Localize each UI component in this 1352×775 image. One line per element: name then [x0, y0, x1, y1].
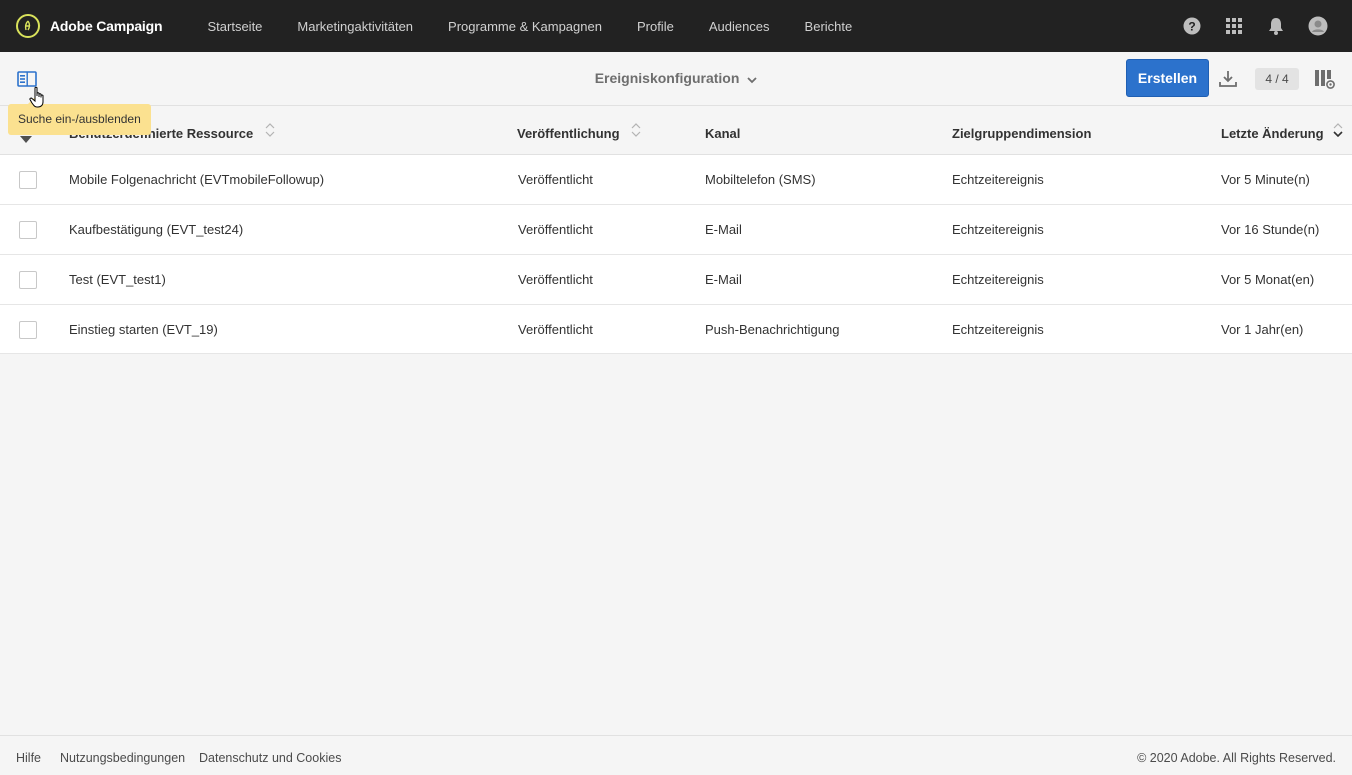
cell-channel: Push-Benachrichtigung [705, 322, 840, 337]
top-navigation-bar: Adobe Campaign Startseite Marketingaktiv… [0, 0, 1352, 52]
sort-descending-icon [1333, 106, 1343, 160]
column-header-last-modified[interactable]: Letzte Änderung [1221, 107, 1343, 155]
column-header-channel[interactable]: Kanal [705, 107, 740, 155]
toolbar: Ereigniskonfiguration Erstellen 4 / 4 [0, 52, 1352, 106]
cell-resource[interactable]: Einstieg starten (EVT_19) [69, 305, 218, 354]
main-nav: Startseite Marketingaktivitäten Programm… [190, 0, 870, 52]
bell-icon[interactable] [1266, 16, 1286, 36]
table-row[interactable]: Einstieg starten (EVT_19) Veröffentlicht… [0, 305, 1352, 354]
hand-cursor-icon [29, 86, 49, 110]
cell-last-modified: Vor 5 Monat(en) [1221, 272, 1315, 287]
sort-icon [631, 106, 641, 160]
copyright: © 2020 Adobe. All Rights Reserved. [1137, 751, 1336, 765]
nav-item-profile[interactable]: Profile [619, 19, 691, 34]
top-icons: ? [1160, 0, 1328, 52]
cell-resource[interactable]: Mobile Folgenachricht (EVTmobileFollowup… [69, 155, 324, 204]
cell-last-modified: Vor 1 Jahr(en) [1221, 322, 1304, 337]
cell-dimension: Echtzeitereignis [952, 272, 1044, 287]
row-checkbox[interactable] [19, 321, 37, 339]
cell-dimension: Echtzeitereignis [952, 322, 1044, 337]
cell-channel: E-Mail [705, 272, 742, 287]
download-icon[interactable] [1218, 69, 1238, 89]
cell-dimension: Echtzeitereignis [952, 172, 1044, 187]
footer-link-help[interactable]: Hilfe [16, 751, 41, 765]
footer-link-privacy[interactable]: Datenschutz und Cookies [199, 751, 341, 765]
svg-text:?: ? [1188, 20, 1195, 34]
column-header-publication[interactable]: Veröffentlichung [517, 107, 641, 155]
brand-name: Adobe Campaign [50, 18, 163, 34]
nav-item-marketingaktivitaeten[interactable]: Marketingaktivitäten [280, 19, 431, 34]
row-checkbox[interactable] [19, 171, 37, 189]
column-header-dimension[interactable]: Zielgruppendimension [952, 107, 1091, 155]
cell-publication: Veröffentlicht [518, 172, 593, 187]
cell-publication: Veröffentlicht [518, 322, 593, 337]
create-button[interactable]: Erstellen [1126, 59, 1209, 97]
cell-last-modified: Vor 16 Stunde(n) [1221, 222, 1320, 237]
cell-channel: Mobiltelefon (SMS) [705, 172, 816, 187]
footer-link-terms[interactable]: Nutzungsbedingungen [60, 751, 185, 765]
chevron-down-icon [747, 71, 757, 87]
cell-publication: Veröffentlicht [518, 272, 593, 287]
cell-last-modified: Vor 5 Minute(n) [1221, 172, 1310, 187]
nav-item-startseite[interactable]: Startseite [190, 19, 280, 34]
table-row[interactable]: Test (EVT_test1) Veröffentlicht E-Mail E… [0, 255, 1352, 305]
cell-publication: Veröffentlicht [518, 222, 593, 237]
table-body: Mobile Folgenachricht (EVTmobileFollowup… [0, 155, 1352, 354]
columns-config-icon[interactable] [1314, 68, 1336, 90]
adobe-campaign-logo-icon [16, 14, 40, 38]
table-row[interactable]: Mobile Folgenachricht (EVTmobileFollowup… [0, 155, 1352, 205]
user-avatar-icon[interactable] [1308, 16, 1328, 36]
table-header: Benutzerdefinierte Ressource Veröffentli… [0, 107, 1352, 155]
row-checkbox[interactable] [19, 221, 37, 239]
nav-item-berichte[interactable]: Berichte [787, 19, 870, 34]
row-checkbox[interactable] [19, 271, 37, 289]
apps-grid-icon[interactable] [1224, 16, 1244, 36]
brand[interactable]: Adobe Campaign [16, 14, 163, 38]
cell-channel: E-Mail [705, 222, 742, 237]
nav-item-audiences[interactable]: Audiences [691, 19, 787, 34]
footer: Hilfe Nutzungsbedingungen Datenschutz un… [0, 735, 1352, 775]
nav-item-programme-kampagnen[interactable]: Programme & Kampagnen [431, 19, 620, 34]
cell-resource[interactable]: Kaufbestätigung (EVT_test24) [69, 205, 243, 254]
result-count-badge: 4 / 4 [1255, 68, 1299, 90]
help-icon[interactable]: ? [1182, 16, 1202, 36]
table-row[interactable]: Kaufbestätigung (EVT_test24) Veröffentli… [0, 205, 1352, 255]
sort-icon [265, 106, 275, 160]
cell-dimension: Echtzeitereignis [952, 222, 1044, 237]
page-title-text: Ereigniskonfiguration [594, 70, 740, 86]
cell-resource[interactable]: Test (EVT_test1) [69, 255, 166, 304]
